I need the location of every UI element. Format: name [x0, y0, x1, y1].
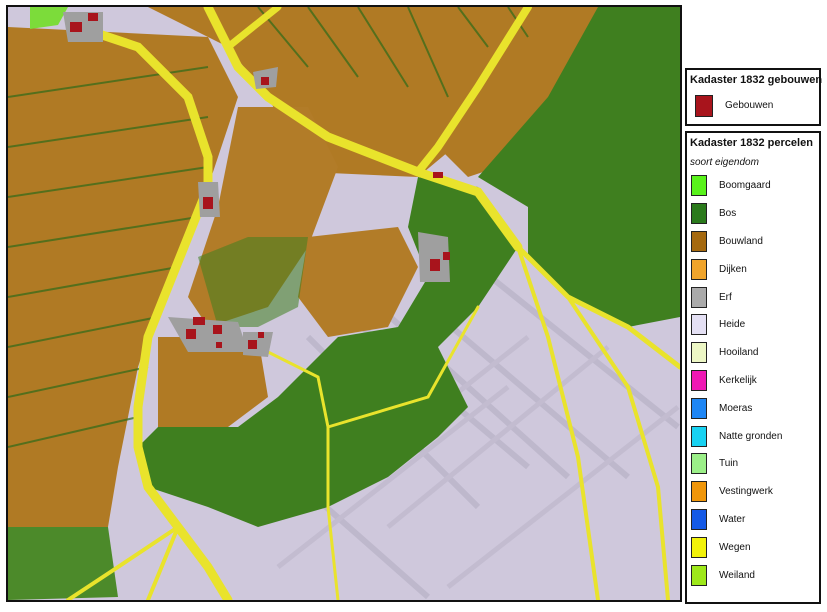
legend-item-wegen: Wegen	[687, 533, 819, 561]
legend-parcels-list: Boomgaard Bos Bouwland Dijken Erf Heide Hooila…	[687, 172, 819, 589]
legend-label: Tuin	[719, 458, 739, 470]
legend-item-moeras: Moeras	[687, 394, 819, 422]
legend-label: Vestingwerk	[719, 486, 773, 498]
swatch-gebouwen	[695, 94, 713, 117]
legend-item-boomgaard: Boomgaard	[687, 172, 819, 200]
swatch-heide	[691, 314, 707, 336]
legend-label: Boomgaard	[719, 180, 771, 192]
legend-parcels-title: Kadaster 1832 percelen	[690, 137, 813, 149]
legend-label: Erf	[719, 291, 732, 303]
legend-parcels-subtitle: soort eigendom	[690, 157, 759, 168]
legend-item-weiland: Weiland	[687, 561, 819, 589]
legend-item-gebouwen: Gebouwen	[687, 92, 819, 120]
swatch-natte-gronden	[691, 425, 707, 447]
swatch-vestingwerk	[691, 481, 707, 503]
swatch-kerkelijk	[691, 369, 707, 391]
legend-item-vestingwerk: Vestingwerk	[687, 478, 819, 506]
legend-label-gebouwen: Gebouwen	[725, 100, 774, 112]
swatch-tuin	[691, 453, 707, 475]
swatch-erf	[691, 286, 707, 308]
legend-item-bouwland: Bouwland	[687, 228, 819, 256]
legend-label: Dijken	[719, 263, 747, 275]
swatch-boomgaard	[691, 175, 707, 197]
legend-item-bos: Bos	[687, 200, 819, 228]
swatch-bos	[691, 203, 707, 225]
legend-buildings: Kadaster 1832 gebouwen Gebouwen	[685, 68, 823, 126]
legend-label: Hooiland	[719, 347, 759, 359]
legend-item-dijken: Dijken	[687, 255, 819, 283]
swatch-bouwland	[691, 230, 707, 252]
legend-buildings-title: Kadaster 1832 gebouwen	[690, 74, 823, 86]
swatch-weiland	[691, 564, 707, 586]
legend-item-water: Water	[687, 506, 819, 534]
legend-item-natte-gronden: Natte gronden	[687, 422, 819, 450]
swatch-wegen	[691, 536, 707, 558]
legend-item-heide: Heide	[687, 311, 819, 339]
bos-southwest	[8, 527, 118, 600]
legend-label: Kerkelijk	[719, 374, 757, 386]
legend-label: Bos	[719, 208, 737, 220]
legend-label: Moeras	[719, 402, 753, 414]
legend-label: Heide	[719, 319, 746, 331]
swatch-dijken	[691, 258, 707, 280]
legend-label: Wegen	[719, 541, 751, 553]
swatch-moeras	[691, 397, 707, 419]
map-view[interactable]	[6, 5, 682, 602]
legend-label: Natte gronden	[719, 430, 783, 442]
swatch-hooiland	[691, 342, 707, 364]
legend-item-hooiland: Hooiland	[687, 339, 819, 367]
map-canvas[interactable]	[8, 7, 680, 600]
legend-label: Bouwland	[719, 235, 763, 247]
legend-parcels: Kadaster 1832 percelen soort eigendom Bo…	[685, 131, 821, 604]
swatch-water	[691, 508, 707, 530]
legend-item-kerkelijk: Kerkelijk	[687, 367, 819, 395]
legend-label: Water	[719, 513, 746, 525]
legend-item-tuin: Tuin	[687, 450, 819, 478]
legend-item-erf: Erf	[687, 283, 819, 311]
legend-label: Weiland	[719, 569, 755, 581]
